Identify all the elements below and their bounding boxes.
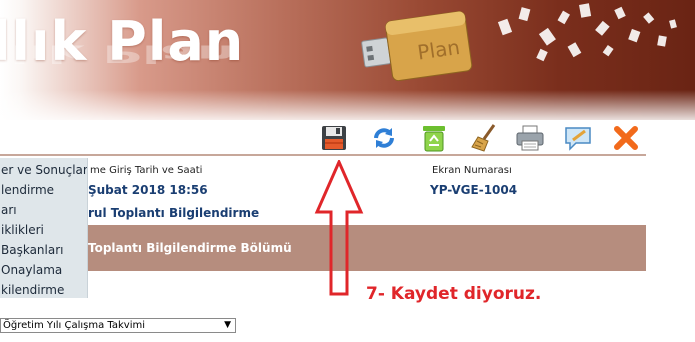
screen-number-label: Ekran Numarası [432, 165, 512, 176]
sidebar-item[interactable]: kilendirme [0, 280, 87, 300]
speech-bubble-icon [565, 127, 591, 151]
entry-date-label: me Giriş Tarih ve Saati [90, 165, 203, 176]
section-header-band: Toplantı Bilgilendirme Bölümü [88, 225, 646, 271]
page: Plan llık Plan llık Plan er ve Sonuçlar … [0, 0, 695, 342]
floppy-disk-icon [322, 126, 346, 150]
section-link[interactable]: rul Toplantı Bilgilendirme [88, 206, 259, 220]
screen-number-value: YP-VGE-1004 [430, 183, 518, 197]
annotation-arrow [314, 160, 364, 296]
sidebar-item[interactable]: er ve Sonuçlar [0, 160, 87, 180]
comment-button[interactable] [562, 122, 594, 154]
sidebar-item[interactable]: lendirme [0, 180, 87, 200]
print-button[interactable] [514, 122, 546, 154]
refresh-icon [374, 128, 394, 148]
calendar-select[interactable]: Öğretim Yılı Çalışma Takvimi ▼ [0, 318, 236, 333]
broom-icon [471, 124, 496, 152]
recycle-bin-button[interactable] [418, 122, 450, 154]
close-icon [614, 126, 638, 150]
sidebar-item[interactable]: Onaylama [0, 260, 87, 280]
app-title-reflection: llık Plan [0, 39, 236, 68]
clear-button[interactable] [468, 122, 500, 154]
toolbar [0, 120, 646, 156]
usb-drive-graphic: Plan [361, 11, 473, 82]
entry-date-value: Şubat 2018 18:56 [88, 183, 208, 197]
sidebar-menu: er ve Sonuçlar lendirme arı iklikleri Ba… [0, 158, 88, 298]
sidebar-item[interactable]: Başkanları [0, 240, 87, 260]
sidebar-item[interactable]: iklikleri [0, 220, 87, 240]
close-button[interactable] [610, 122, 642, 154]
refresh-button[interactable] [368, 122, 400, 154]
save-button[interactable] [318, 122, 350, 154]
printer-icon [516, 125, 544, 151]
recycle-bin-icon [423, 126, 445, 152]
section-title: Toplantı Bilgilendirme Bölümü [88, 241, 292, 255]
calendar-select-value: Öğretim Yılı Çalışma Takvimi [3, 320, 146, 331]
header-banner: Plan llık Plan llık Plan [0, 0, 695, 120]
chevron-down-icon: ▼ [224, 320, 231, 330]
sidebar-item[interactable]: arı [0, 200, 87, 220]
annotation-text: 7- Kaydet diyoruz. [366, 284, 542, 304]
